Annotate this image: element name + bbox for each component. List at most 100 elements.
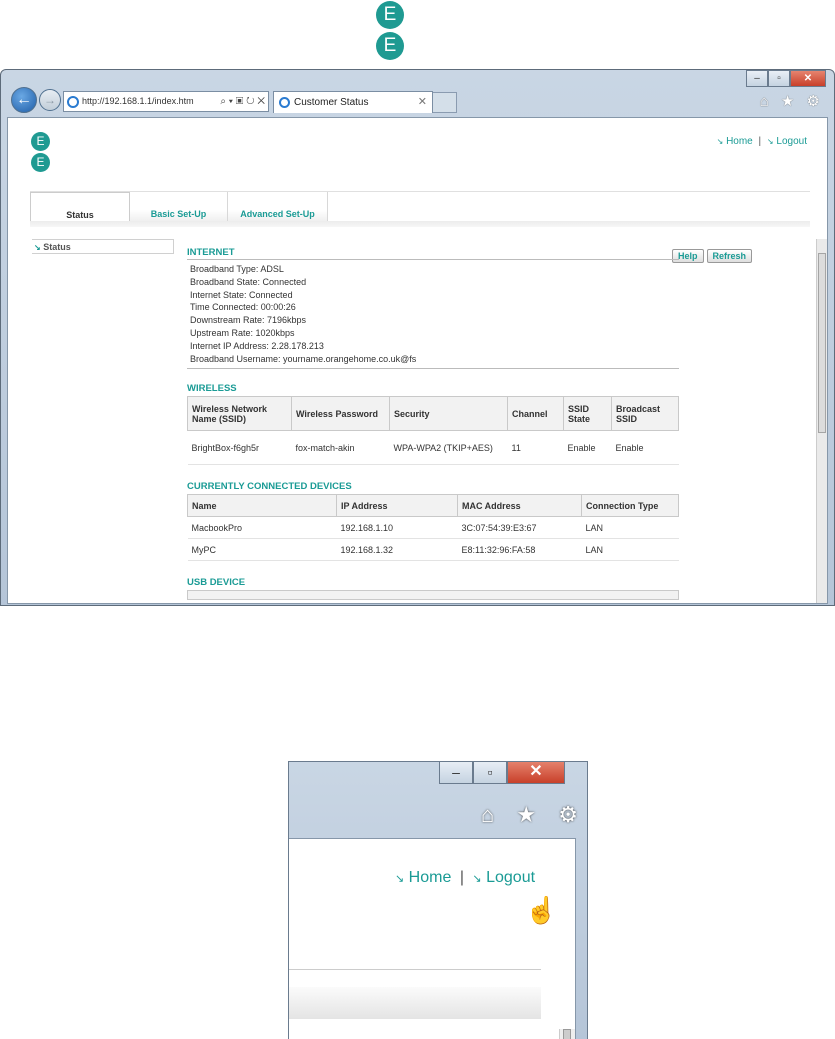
- table-cell: 11: [507, 430, 564, 466]
- home-link[interactable]: Home: [726, 136, 753, 147]
- forward-button[interactable]: →: [39, 89, 61, 111]
- table-cell: 192.168.1.32: [336, 538, 458, 562]
- usb-title: USB DEVICE: [187, 577, 246, 589]
- ee-logo-top-letter: E: [376, 1, 404, 29]
- zoom-logout-link[interactable]: Logout: [486, 869, 535, 886]
- internet-line: Internet State: Connected: [190, 289, 293, 300]
- browser-tab-title: Customer Status: [294, 97, 369, 108]
- arrow-icon: ↘: [472, 873, 482, 885]
- window-controls: – ▫ ✕: [746, 70, 826, 87]
- wireless-table: Wireless Network Name (SSID) Wireless Pa…: [187, 396, 679, 466]
- ee-page-logo: E E: [31, 132, 50, 174]
- zoom-page: ↘ Home | ↘ Logout ☝: [289, 838, 576, 1039]
- table-cell: 192.168.1.10: [336, 516, 458, 540]
- internet-line: Broadband State: Connected: [190, 276, 307, 287]
- table-header: Connection Type: [581, 494, 679, 518]
- maximize-button[interactable]: ▫: [768, 70, 790, 87]
- internet-line: Broadband Type: ADSL: [190, 264, 284, 274]
- ee-page-logo-bottom: E: [31, 153, 50, 172]
- zoom-window-controls: – ▫ ✕: [439, 762, 565, 784]
- hand-cursor-icon: ☝: [525, 895, 558, 925]
- table-cell: MyPC: [187, 538, 337, 562]
- page-viewport: E E ↘ Home | ↘ Logout Status Basic Set-U…: [7, 117, 828, 604]
- arrow-icon: ↘: [716, 137, 724, 146]
- back-arrow-icon: ←: [16, 91, 32, 108]
- tab-advanced-setup[interactable]: Advanced Set-Up: [228, 192, 328, 222]
- table-header: MAC Address: [457, 494, 582, 518]
- table-cell: fox-match-akin: [291, 430, 390, 466]
- table-cell: Enable: [563, 430, 612, 466]
- table-cell: BrightBox-f6gh5r: [187, 430, 292, 466]
- table-header: Broadcast SSID: [611, 396, 679, 432]
- zoom-maximize-button[interactable]: ▫: [473, 762, 507, 784]
- tab-underline: [30, 221, 810, 227]
- table-cell: WPA-WPA2 (TKIP+AES): [389, 430, 508, 466]
- ee-page-logo-top: E: [31, 132, 50, 151]
- sidebar-item-label: Status: [43, 242, 71, 252]
- ie-tab-icon: [279, 97, 290, 108]
- zoom-scrollbar-thumb[interactable]: [563, 1029, 571, 1039]
- table-row: MacbookPro 192.168.1.10 3C:07:54:39:E3:6…: [187, 516, 679, 540]
- table-header: Wireless Network Name (SSID): [187, 396, 292, 432]
- internet-line: Time Connected: 00:00:26: [190, 302, 296, 313]
- usb-table-header: [187, 590, 679, 601]
- zoom-detail-panel: – ▫ ✕ ⌂ ★ ⚙ ↘ Home | ↘ Logout ☝: [288, 761, 588, 1039]
- table-header: Name: [187, 494, 337, 518]
- internet-line: Internet IP Address: 2.28.178.213: [190, 340, 324, 351]
- table-row: MyPC 192.168.1.32 E8:11:32:96:FA:58 LAN: [187, 538, 679, 562]
- devices-title: CURRENTLY CONNECTED DEVICES: [187, 481, 352, 493]
- zoom-minimize-button[interactable]: –: [439, 762, 473, 784]
- table-cell: E8:11:32:96:FA:58: [457, 538, 582, 562]
- ee-logo-bottom-letter: E: [376, 32, 404, 60]
- zoom-scrollbar[interactable]: [559, 1029, 575, 1039]
- new-tab-button[interactable]: [433, 92, 457, 113]
- zoom-link-separator: |: [459, 869, 464, 886]
- arrow-icon: ↘: [766, 137, 774, 146]
- table-header: Channel: [507, 396, 564, 432]
- section-divider: [187, 368, 679, 370]
- table-header: IP Address: [336, 494, 458, 518]
- table-cell: LAN: [581, 516, 679, 540]
- table-header: Wireless Password: [291, 396, 390, 432]
- home-star-gear-icons[interactable]: ⌂ ★ ⚙: [760, 92, 824, 110]
- table-row: BrightBox-f6gh5r fox-match-akin WPA-WPA2…: [187, 430, 679, 466]
- forward-arrow-icon: →: [44, 93, 56, 107]
- internet-line: Upstream Rate: 1020kbps: [190, 327, 295, 338]
- scrollbar-thumb[interactable]: [818, 253, 826, 433]
- zoom-home-star-gear-icons[interactable]: ⌂ ★ ⚙: [481, 802, 586, 828]
- page-tabs: Status Basic Set-Up Advanced Set-Up: [30, 191, 810, 222]
- status-content: INTERNET Broadband Type: ADSL Broadband …: [187, 247, 679, 601]
- address-url: http://192.168.1.1/index.htm: [82, 96, 194, 106]
- table-cell: LAN: [581, 538, 679, 562]
- logout-link[interactable]: Logout: [776, 136, 807, 147]
- table-header: SSID State: [563, 396, 612, 432]
- browser-tab[interactable]: Customer Status ✕: [273, 91, 433, 113]
- zoom-home-link[interactable]: Home: [409, 869, 452, 886]
- address-tools-icons[interactable]: ⌕ ▾ ▣ ↻ ✕: [217, 92, 265, 111]
- zoom-tab-bar: [289, 987, 541, 1019]
- refresh-button[interactable]: Refresh: [706, 249, 753, 263]
- zoom-divider: [289, 969, 541, 970]
- zoom-top-links: ↘ Home | ↘ Logout: [395, 869, 535, 887]
- address-bar[interactable]: http://192.168.1.1/index.htm ⌕ ▾ ▣ ↻ ✕: [63, 91, 269, 112]
- close-tab-icon[interactable]: ✕: [418, 92, 427, 113]
- browser-window: – ▫ ✕ ← → http://192.168.1.1/index.htm ⌕…: [0, 69, 835, 606]
- arrow-icon: ↘: [395, 873, 405, 885]
- close-button[interactable]: ✕: [790, 70, 826, 87]
- wireless-title: WIRELESS: [187, 383, 237, 395]
- minimize-button[interactable]: –: [746, 70, 768, 87]
- action-buttons: Help Refresh: [672, 249, 753, 263]
- internet-title: INTERNET: [187, 247, 679, 260]
- devices-table: Name IP Address MAC Address Connection T…: [187, 494, 679, 562]
- zoom-close-button[interactable]: ✕: [507, 762, 565, 784]
- vertical-scrollbar[interactable]: [816, 239, 827, 603]
- tab-status[interactable]: Status: [30, 192, 130, 222]
- tab-basic-setup[interactable]: Basic Set-Up: [130, 192, 228, 222]
- table-header: Security: [389, 396, 508, 432]
- back-button[interactable]: ←: [11, 87, 37, 113]
- internet-line: Broadband Username: yourname.orangehome.…: [190, 353, 417, 364]
- link-separator: |: [758, 136, 762, 147]
- sidebar-item-status[interactable]: ↘ Status: [32, 239, 174, 254]
- table-cell: 3C:07:54:39:E3:67: [457, 516, 582, 540]
- table-cell: Enable: [611, 430, 679, 466]
